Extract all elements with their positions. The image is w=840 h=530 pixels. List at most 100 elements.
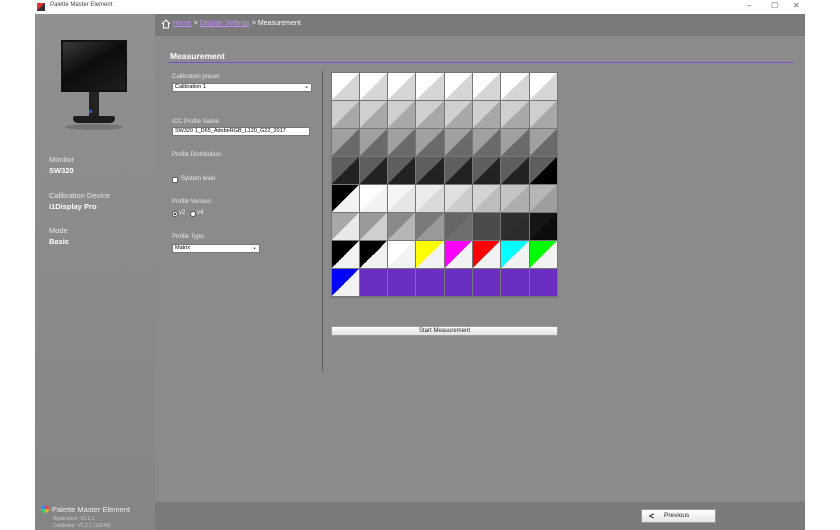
color-patch bbox=[444, 184, 472, 212]
color-patch bbox=[501, 100, 529, 128]
monitor-label: Monitor bbox=[49, 155, 75, 164]
app-version: Application: V1.2.1 bbox=[53, 516, 95, 522]
calibration-preset-value: Calibration 1 bbox=[175, 84, 206, 90]
system-level-checkbox[interactable] bbox=[172, 177, 178, 183]
color-patch bbox=[501, 241, 529, 269]
calibration-preset-select[interactable]: Calibration 1 ⌄ bbox=[172, 83, 312, 92]
breadcrumb: Home > Display Settings > Measurement bbox=[173, 20, 301, 27]
color-patch bbox=[359, 100, 388, 128]
minimize-button[interactable]: – bbox=[747, 1, 751, 11]
color-patch bbox=[416, 156, 444, 184]
title-divider bbox=[168, 62, 793, 63]
color-patch bbox=[331, 156, 359, 184]
system-level-label: System level bbox=[181, 176, 216, 182]
calibration-preset-label: Calibration preset: bbox=[172, 74, 221, 80]
color-patch bbox=[388, 241, 416, 269]
breadcrumb-bar: Home > Display Settings > Measurement bbox=[155, 14, 805, 36]
monitor-value: SW320 bbox=[49, 166, 74, 175]
monitor-screen bbox=[61, 40, 127, 92]
color-patch bbox=[331, 72, 359, 100]
color-patch bbox=[473, 100, 501, 128]
profile-type-select[interactable]: Matrix ⌄ bbox=[172, 244, 260, 253]
color-patch bbox=[331, 184, 359, 212]
close-button[interactable]: ✕ bbox=[793, 1, 800, 11]
color-patch bbox=[359, 241, 388, 269]
version-v4-radio[interactable] bbox=[190, 211, 196, 217]
monitor-image bbox=[59, 40, 129, 135]
color-patch bbox=[501, 213, 529, 241]
profile-version-label: Profile Version: bbox=[172, 199, 213, 205]
color-patch-grid bbox=[331, 72, 558, 298]
brand-label: Palette Master Element bbox=[52, 505, 130, 514]
color-patch bbox=[388, 100, 416, 128]
profile-type-label: Profile Type: bbox=[172, 234, 206, 240]
color-patch bbox=[501, 269, 529, 297]
color-patch bbox=[331, 241, 359, 269]
panel-divider bbox=[322, 71, 323, 371]
color-patch bbox=[416, 241, 444, 269]
color-patch bbox=[331, 128, 359, 156]
color-patch bbox=[501, 128, 529, 156]
color-patch bbox=[529, 213, 557, 241]
start-measurement-button[interactable]: Start Measurement bbox=[331, 326, 558, 336]
color-patch bbox=[473, 184, 501, 212]
breadcrumb-current: Measurement bbox=[257, 20, 301, 27]
color-patch bbox=[416, 213, 444, 241]
color-patch bbox=[473, 241, 501, 269]
breadcrumb-home-link[interactable]: Home bbox=[173, 20, 192, 27]
color-patch bbox=[444, 213, 472, 241]
profile-distribution-label: Profile Distribution: bbox=[172, 152, 223, 158]
color-patch bbox=[444, 241, 472, 269]
mode-label: Mode bbox=[49, 226, 68, 235]
color-patch bbox=[359, 184, 388, 212]
calibration-device-label: Calibration Device bbox=[49, 191, 110, 200]
color-patch bbox=[529, 72, 557, 100]
color-patch bbox=[444, 100, 472, 128]
color-patch bbox=[359, 269, 388, 297]
color-patch bbox=[444, 156, 472, 184]
color-patch bbox=[416, 269, 444, 297]
color-patch bbox=[473, 213, 501, 241]
color-patch bbox=[444, 128, 472, 156]
color-patch bbox=[416, 72, 444, 100]
brand-name: Palette Master Element bbox=[41, 505, 130, 514]
color-patch bbox=[388, 269, 416, 297]
palette-logo-icon bbox=[41, 505, 49, 513]
breadcrumb-display-settings-link[interactable]: Display Settings bbox=[200, 20, 250, 27]
sidebar: Monitor SW320 Calibration Device i1Displ… bbox=[35, 14, 155, 530]
chevron-down-icon: ⌄ bbox=[251, 245, 257, 251]
color-patch bbox=[388, 184, 416, 212]
color-patch bbox=[359, 128, 388, 156]
color-patch bbox=[501, 72, 529, 100]
color-patch bbox=[331, 213, 359, 241]
mode-value: Basic bbox=[49, 237, 70, 246]
icc-profile-name-input[interactable]: SW320 1_D65_AdobeRGB_L120_G22_2017 bbox=[172, 127, 310, 136]
version-v2-radio[interactable] bbox=[172, 211, 178, 217]
window-title: Palette Master Element bbox=[50, 2, 113, 8]
version-v4-label: v4 bbox=[197, 210, 204, 216]
color-patch bbox=[359, 213, 388, 241]
color-patch bbox=[473, 128, 501, 156]
color-patch bbox=[359, 156, 388, 184]
breadcrumb-separator: > bbox=[251, 20, 256, 27]
color-patch bbox=[501, 184, 529, 212]
monitor-base bbox=[73, 116, 115, 123]
previous-button[interactable]: < Previous bbox=[641, 509, 716, 523]
color-patch bbox=[444, 72, 472, 100]
home-icon[interactable] bbox=[161, 19, 171, 29]
color-patch bbox=[416, 128, 444, 156]
color-patch bbox=[473, 72, 501, 100]
calibration-device-value: i1Display Pro bbox=[49, 202, 97, 211]
monitor-shadow bbox=[65, 124, 123, 130]
chevron-left-icon: < bbox=[649, 511, 655, 521]
app-frame: Monitor SW320 Calibration Device i1Displ… bbox=[35, 14, 805, 530]
color-patch bbox=[444, 269, 472, 297]
maximize-button[interactable]: ☐ bbox=[771, 1, 778, 11]
color-patch bbox=[529, 128, 557, 156]
window-titlebar: Palette Master Element – ☐ ✕ bbox=[0, 0, 840, 14]
color-patch bbox=[529, 156, 557, 184]
color-patch bbox=[416, 184, 444, 212]
color-patch bbox=[416, 100, 444, 128]
color-patch bbox=[529, 100, 557, 128]
color-patch bbox=[359, 72, 388, 100]
